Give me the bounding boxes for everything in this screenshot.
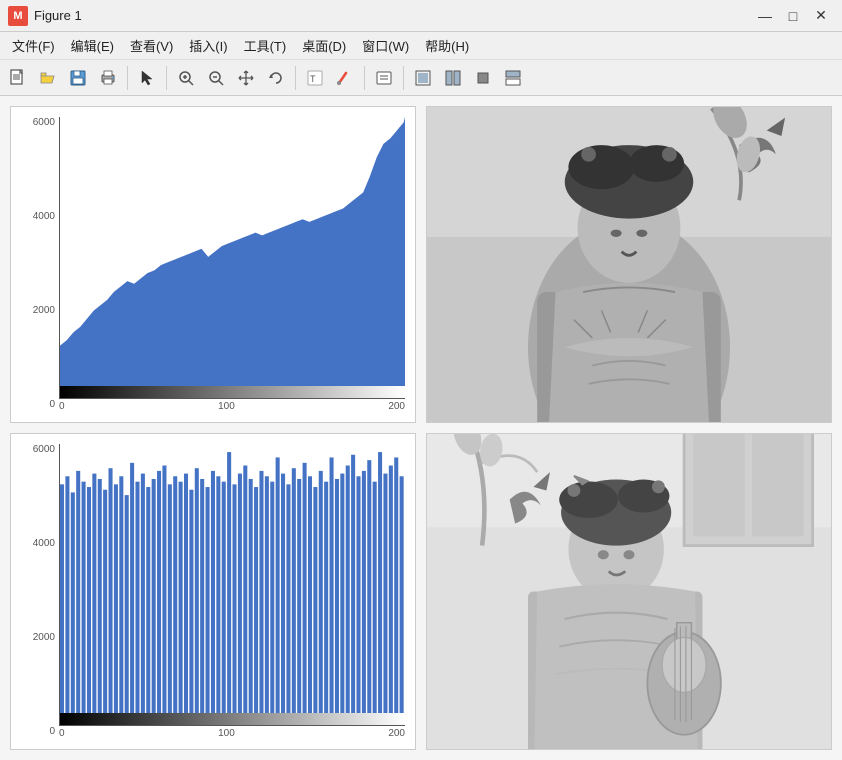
top-left-chart-xaxis: 0 100 200 (59, 117, 405, 412)
app-icon: M (8, 6, 28, 26)
menu-window[interactable]: 窗口(W) (354, 32, 417, 59)
bottom-left-chart-xaxis: 0 100 200 (59, 444, 405, 739)
print2-button[interactable] (370, 64, 398, 92)
print-button[interactable] (94, 64, 122, 92)
bottom-left-x-axis: 0 100 200 (59, 726, 405, 739)
y-label-4000: 4000 (33, 211, 55, 222)
top-left-plot: 6000 4000 2000 0 (10, 106, 416, 423)
separator-5 (403, 66, 404, 90)
top-left-x-axis: 0 100 200 (59, 399, 405, 412)
top-right-image (427, 107, 831, 422)
top-left-chart-container: 6000 4000 2000 0 (11, 107, 415, 422)
toolbar: T (0, 60, 842, 96)
menu-desktop[interactable]: 桌面(D) (294, 32, 354, 59)
x-label-200-b: 200 (388, 728, 405, 739)
pan-button[interactable] (232, 64, 260, 92)
y-label-6000: 6000 (33, 117, 55, 128)
y-label-0-b: 0 (49, 726, 55, 737)
layout3-button[interactable] (469, 64, 497, 92)
y-label-2000-b: 2000 (33, 632, 55, 643)
separator-3 (295, 66, 296, 90)
title-bar: M Figure 1 — □ ✕ (0, 0, 842, 32)
menu-edit[interactable]: 编辑(E) (63, 32, 122, 59)
layout1-button[interactable] (409, 64, 437, 92)
menu-help[interactable]: 帮助(H) (417, 32, 477, 59)
bottom-left-y-axis: 6000 4000 2000 0 (21, 444, 59, 739)
x-label-0: 0 (59, 401, 65, 412)
window-title: Figure 1 (34, 8, 752, 23)
layout2-button[interactable] (439, 64, 467, 92)
y-label-4000-b: 4000 (33, 538, 55, 549)
bottom-left-chart-container: 6000 4000 2000 0 (11, 434, 415, 749)
separator-4 (364, 66, 365, 90)
separator-1 (127, 66, 128, 90)
x-label-0-b: 0 (59, 728, 65, 739)
x-label-200: 200 (388, 401, 405, 412)
menu-tools[interactable]: 工具(T) (236, 32, 295, 59)
top-left-histogram (59, 117, 405, 399)
separator-2 (166, 66, 167, 90)
brush-button[interactable] (331, 64, 359, 92)
menu-bar: 文件(F) 编辑(E) 查看(V) 插入(I) 工具(T) 桌面(D) 窗口(W… (0, 32, 842, 60)
svg-text:T: T (310, 74, 316, 84)
menu-file[interactable]: 文件(F) (4, 32, 63, 59)
minimize-button[interactable]: — (752, 4, 778, 28)
top-right-image-svg (427, 107, 831, 422)
layout4-button[interactable] (499, 64, 527, 92)
y-label-0: 0 (49, 399, 55, 410)
open-file-button[interactable] (34, 64, 62, 92)
maximize-button[interactable]: □ (780, 4, 806, 28)
undo-button[interactable] (262, 64, 290, 92)
content-area: 6000 4000 2000 0 (0, 96, 842, 760)
menu-insert[interactable]: 插入(I) (181, 32, 235, 59)
bottom-left-plot: 6000 4000 2000 0 (10, 433, 416, 750)
x-label-100: 100 (218, 401, 235, 412)
bottom-right-image (427, 434, 831, 749)
zoom-in-button[interactable] (172, 64, 200, 92)
close-button[interactable]: ✕ (808, 4, 834, 28)
insert-text-button[interactable]: T (301, 64, 329, 92)
save-button[interactable] (64, 64, 92, 92)
pointer-button[interactable] (133, 64, 161, 92)
new-file-button[interactable] (4, 64, 32, 92)
top-left-y-axis: 6000 4000 2000 0 (21, 117, 59, 412)
bottom-right-image-svg (427, 434, 831, 749)
y-label-2000: 2000 (33, 305, 55, 316)
window-controls: — □ ✕ (752, 4, 834, 28)
bottom-right-plot (426, 433, 832, 750)
y-label-6000-b: 6000 (33, 444, 55, 455)
menu-view[interactable]: 查看(V) (122, 32, 181, 59)
zoom-out-button[interactable] (202, 64, 230, 92)
bottom-left-histogram (59, 444, 405, 726)
x-label-100-b: 100 (218, 728, 235, 739)
top-right-plot (426, 106, 832, 423)
